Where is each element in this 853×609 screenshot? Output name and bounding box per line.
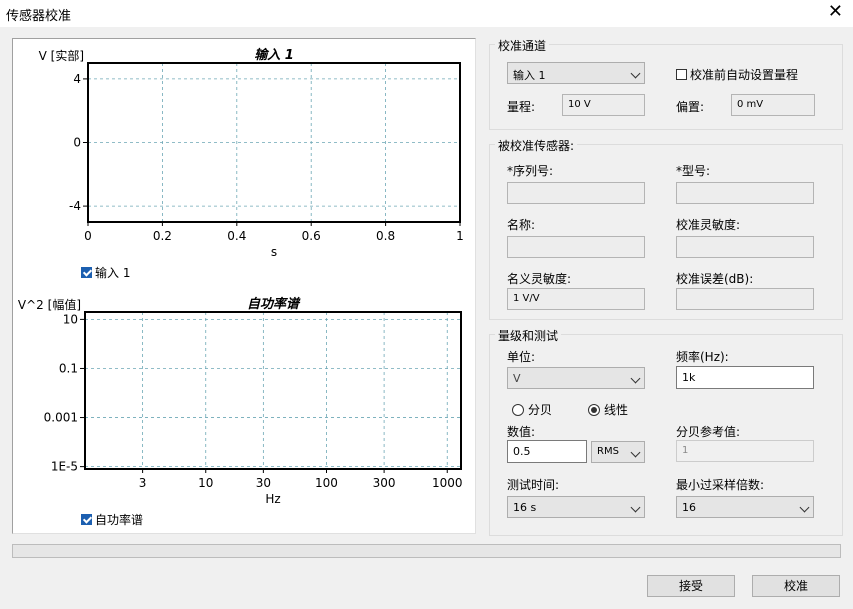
radio-linear[interactable] (588, 403, 600, 416)
serial-label: *序列号: (507, 164, 554, 178)
freq-label: 频率(Hz): (676, 350, 729, 364)
time-plot-xtick-label: 0 (84, 229, 92, 243)
accept-button[interactable]: 接受 (647, 575, 735, 597)
time-plot-xtick-label: 0.8 (376, 229, 395, 243)
time-plot-ytick-label: -4 (69, 199, 81, 213)
spectrum-plot-title: 自功率谱 (247, 296, 301, 312)
name-field[interactable] (507, 236, 645, 258)
nominal-sens-label: 名义灵敏度: (507, 272, 572, 286)
dbref-field: 1 (676, 440, 814, 462)
time-plot-title: 输入 1 (254, 47, 294, 63)
oversample-label: 最小过采样倍数: (676, 478, 765, 492)
radio-linear-label: 线性 (604, 403, 629, 417)
freq-input[interactable]: 1k (676, 366, 814, 389)
spectrum-plot-ytick-label: 1E-5 (51, 460, 78, 474)
spectrum-plot-xtick-label: 10 (198, 476, 213, 490)
radio-db-label: 分贝 (528, 403, 553, 417)
calib-sens-label: 校准灵敏度: (676, 218, 741, 232)
time-plot-ytick-label: 0 (73, 136, 81, 150)
spectrum-plot-ytick-label: 10 (63, 312, 78, 326)
time-plot-xtick-label: 1 (456, 229, 464, 243)
legend-autospectrum[interactable]: 自功率谱 (81, 511, 143, 528)
dbref-label: 分贝参考值: (676, 425, 741, 439)
calib-err-field (676, 288, 814, 310)
spectrum-plot-xtick-label: 100 (315, 476, 338, 490)
calib-sens-field (676, 236, 814, 258)
channel-select[interactable]: 输入 1 (507, 62, 645, 84)
oversample-select[interactable]: 16 (676, 496, 814, 518)
range-field: 10 V (562, 94, 645, 116)
legend-autospectrum-label: 自功率谱 (95, 513, 144, 527)
chevron-down-icon (630, 502, 641, 513)
group-calib-channel (489, 44, 843, 130)
spectrum-plot-ylabel: V^2 [幅值] (18, 297, 81, 312)
spectrum-plot-xtick-label: 1000 (432, 476, 463, 490)
spectrum-plot-xtick-label: 30 (256, 476, 271, 490)
legend-input1[interactable]: 输入 1 (81, 264, 130, 281)
legend-input1-checkbox[interactable] (81, 267, 92, 278)
unit-select-value: V (513, 372, 521, 385)
spectrum-plot-frame (84, 311, 462, 470)
plot-panel: 0 0.2 0.4 0.6 0.8 1 4 0 -4 输入 1 V [实部] s 3 10 30 100 300… (12, 38, 476, 534)
chevron-down-icon (799, 502, 810, 513)
test-time-value: 16 s (513, 501, 537, 514)
spectrum-plot-ytick-label: 0.1 (59, 361, 78, 375)
chevron-down-icon (630, 373, 641, 384)
group-calib-channel-label: 校准通道 (495, 37, 550, 54)
radio-db-option[interactable]: 分贝 (512, 401, 552, 418)
spectrum-plot-xtick-label: 3 (139, 476, 147, 490)
spectrum-plot-xlabel: Hz (265, 492, 280, 506)
close-icon[interactable]: ✕ (828, 3, 843, 21)
auto-range-option[interactable]: 校准前自动设置量程 (676, 66, 798, 83)
spectrum-plot-ytick-label: 0.001 (44, 411, 78, 425)
range-label: 量程: (507, 100, 536, 114)
test-time-label: 测试时间: (507, 478, 560, 492)
time-plot-xtick-label: 0.4 (227, 229, 246, 243)
auto-range-label: 校准前自动设置量程 (690, 68, 799, 82)
name-label: 名称: (507, 218, 536, 232)
legend-input1-label: 输入 1 (95, 266, 131, 280)
time-plot-xtick-label: 0.6 (302, 229, 321, 243)
time-plot-ylabel: V [实部] (39, 48, 84, 63)
radio-linear-option[interactable]: 线性 (588, 401, 628, 418)
rms-select[interactable]: RMS (591, 441, 645, 463)
serial-field[interactable] (507, 182, 645, 204)
auto-range-checkbox[interactable] (676, 69, 687, 80)
nominal-sens-field[interactable]: 1 V/V (507, 288, 645, 310)
title-bar: 传感器校准 ✕ (0, 0, 853, 27)
progress-bar (12, 544, 841, 558)
value-input[interactable]: 0.5 (507, 440, 587, 463)
window-title: 传感器校准 (6, 9, 72, 24)
model-field[interactable] (676, 182, 814, 204)
time-plot-ytick-label: 4 (73, 72, 81, 86)
legend-autospectrum-checkbox[interactable] (81, 514, 92, 525)
offset-field: 0 mV (731, 94, 815, 116)
unit-select[interactable]: V (507, 367, 645, 389)
chevron-down-icon (630, 447, 641, 458)
unit-label: 单位: (507, 350, 536, 364)
calib-err-label: 校准误差(dB): (676, 272, 754, 286)
time-plot-xlabel: s (271, 245, 277, 259)
group-level-label: 量级和测试 (495, 327, 562, 344)
value-label: 数值: (507, 425, 536, 439)
group-sensor-label: 被校准传感器: (495, 137, 578, 154)
oversample-value: 16 (682, 501, 696, 514)
radio-db[interactable] (512, 403, 524, 416)
chevron-down-icon (630, 68, 641, 79)
rms-select-value: RMS (597, 446, 619, 457)
plots-svg: 0 0.2 0.4 0.6 0.8 1 4 0 -4 输入 1 V [实部] s 3 10 30 100 300… (18, 47, 464, 506)
offset-label: 偏置: (676, 100, 705, 114)
test-time-select[interactable]: 16 s (507, 496, 645, 518)
channel-select-value: 输入 1 (513, 69, 546, 82)
time-plot-xtick-label: 0.2 (153, 229, 172, 243)
model-label: *型号: (676, 164, 711, 178)
calibrate-button[interactable]: 校准 (752, 575, 840, 597)
spectrum-plot-xtick-label: 300 (373, 476, 396, 490)
